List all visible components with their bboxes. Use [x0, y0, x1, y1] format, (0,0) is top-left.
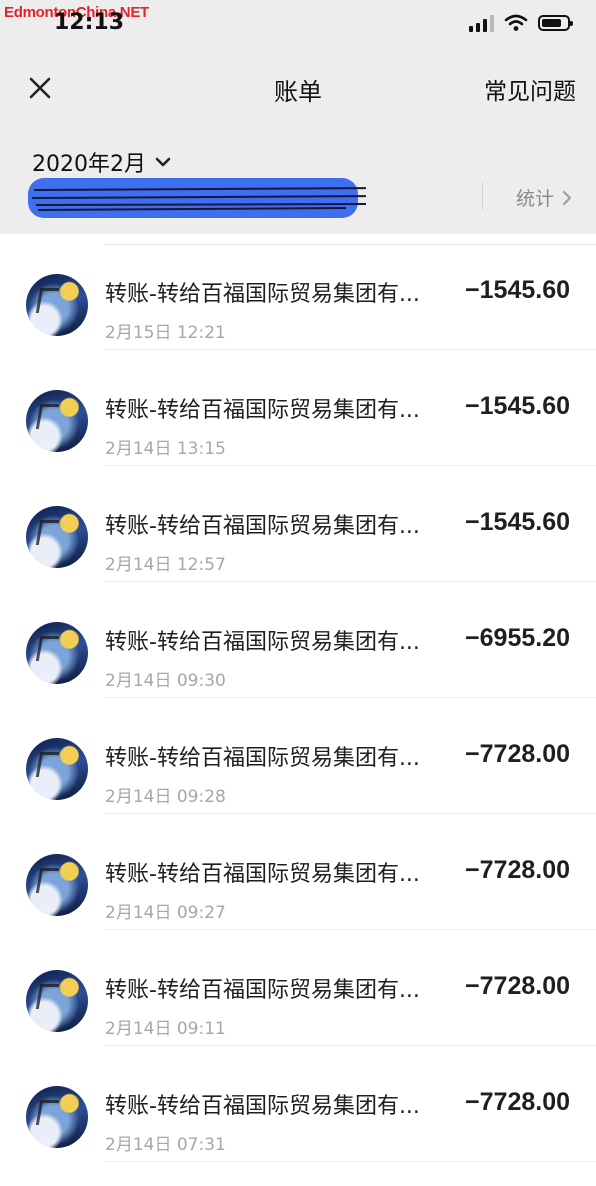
- status-bar: EdmontonChina.NET 12:13: [0, 0, 596, 50]
- payee-avatar: [26, 738, 88, 800]
- transaction-amount: −7728.00: [465, 856, 570, 884]
- transaction-title: 转账-转给百福国际贸易集团有...: [105, 630, 420, 655]
- transaction-time: 2月14日 09:11: [105, 1019, 226, 1039]
- transaction-time: 2月14日 09:27: [105, 903, 226, 923]
- faq-link[interactable]: 常见问题: [484, 72, 576, 106]
- transaction-title: 转账-转给百福国际贸易集团有...: [105, 1094, 420, 1119]
- transaction-row[interactable]: 转账-转给百福国际贸易集团有... 2月14日 07:31 −7728.00: [0, 1046, 596, 1162]
- payee-avatar: [26, 970, 88, 1032]
- transaction-amount: −6955.20: [465, 624, 570, 652]
- payee-avatar: [26, 854, 88, 916]
- transaction-amount: −1545.60: [465, 392, 570, 420]
- transaction-row[interactable]: 转账-转给百福国际贸易集团有... 2月14日 09:11 −7728.00: [0, 930, 596, 1046]
- transaction-row[interactable]: 转账-转给百福国际贸易集团有... 2月14日 12:57 −1545.60: [0, 466, 596, 582]
- transaction-time: 2月14日 09:28: [105, 787, 226, 807]
- statistics-link[interactable]: 统计: [516, 184, 572, 211]
- statistics-label: 统计: [516, 188, 555, 210]
- transaction-row[interactable]: 转账-转给百福国际贸易集团有... 2月15日 12:21 −1545.60: [0, 234, 596, 350]
- cellular-signal-icon: [469, 14, 494, 32]
- battery-icon: [538, 15, 573, 31]
- close-icon[interactable]: [24, 72, 56, 104]
- transaction-amount: −7728.00: [465, 1088, 570, 1116]
- row-divider: [104, 1161, 596, 1162]
- transaction-title: 转账-转给百福国际贸易集团有...: [105, 282, 420, 307]
- status-clock: 12:13: [54, 10, 125, 35]
- chevron-down-icon: [155, 157, 171, 167]
- nav-bar: 账单 常见问题: [0, 50, 596, 126]
- payee-avatar: [26, 390, 88, 452]
- transaction-time: 2月14日 07:31: [105, 1135, 226, 1155]
- transaction-row[interactable]: 转账-转给百福国际贸易集团有... 2月14日 09:30 −6955.20: [0, 582, 596, 698]
- transaction-time: 2月14日 12:57: [105, 555, 226, 575]
- transaction-title: 转账-转给百福国际贸易集团有...: [105, 978, 420, 1003]
- payee-avatar: [26, 274, 88, 336]
- bill-filter-bar: 2020年2月 统计: [0, 126, 596, 234]
- chevron-right-icon: [562, 190, 572, 205]
- redacted-summary: [28, 178, 366, 218]
- transaction-title: 转账-转给百福国际贸易集团有...: [105, 398, 420, 423]
- transaction-row[interactable]: 转账-转给百福国际贸易集团有... 2月14日 09:27 −7728.00: [0, 814, 596, 930]
- transaction-time: 2月15日 12:21: [105, 323, 226, 343]
- status-icons: [469, 14, 573, 32]
- transaction-title: 转账-转给百福国际贸易集团有...: [105, 862, 420, 887]
- transaction-title: 转账-转给百福国际贸易集团有...: [105, 514, 420, 539]
- transaction-amount: −1545.60: [465, 508, 570, 536]
- transaction-amount: −1545.60: [465, 276, 570, 304]
- transaction-row[interactable]: 转账-转给百福国际贸易集团有... 2月14日 09:28 −7728.00: [0, 698, 596, 814]
- payee-avatar: [26, 622, 88, 684]
- transaction-row[interactable]: 转账-转给百福国际贸易集团有... 2月14日 13:15 −1545.60: [0, 350, 596, 466]
- stats-divider: [482, 182, 483, 210]
- transaction-time: 2月14日 09:30: [105, 671, 226, 691]
- transaction-amount: −7728.00: [465, 740, 570, 768]
- transaction-amount: −7728.00: [465, 972, 570, 1000]
- payee-avatar: [26, 1086, 88, 1148]
- transaction-time: 2月14日 13:15: [105, 439, 226, 459]
- transaction-title: 转账-转给百福国际贸易集团有...: [105, 746, 420, 771]
- wifi-icon: [504, 14, 528, 31]
- payee-avatar: [26, 506, 88, 568]
